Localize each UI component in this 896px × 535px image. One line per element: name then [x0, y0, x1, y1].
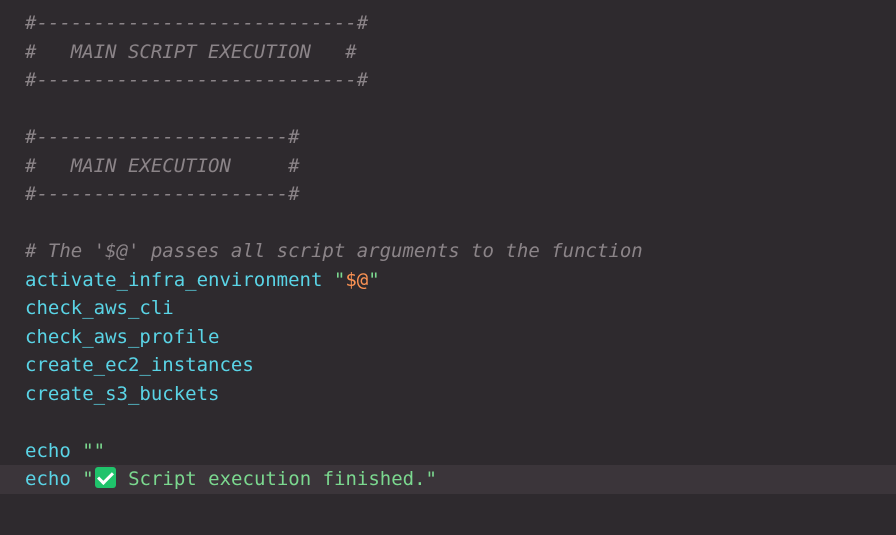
- code-line[interactable]: check_aws_cli: [0, 294, 896, 323]
- echo-command: echo: [25, 439, 71, 462]
- code-line[interactable]: # MAIN SCRIPT EXECUTION #: [0, 38, 896, 67]
- code-line-empty[interactable]: [0, 95, 896, 124]
- function-call-check-profile: check_aws_profile: [25, 325, 220, 348]
- code-line[interactable]: # MAIN EXECUTION #: [0, 152, 896, 181]
- code-line-empty[interactable]: [0, 408, 896, 437]
- comment-header-border: #----------------------#: [25, 126, 300, 148]
- comment-header-title: # MAIN EXECUTION #: [25, 154, 300, 177]
- function-call-create-s3: create_s3_buckets: [25, 382, 220, 405]
- comment-header-border: #----------------------#: [25, 183, 300, 205]
- code-line[interactable]: create_s3_buckets: [0, 380, 896, 409]
- code-line-current[interactable]: echo " Script execution finished.": [0, 465, 896, 494]
- code-line[interactable]: #----------------------#: [0, 123, 896, 152]
- code-line[interactable]: #----------------------#: [0, 180, 896, 209]
- comment-header-title: # MAIN SCRIPT EXECUTION #: [25, 40, 357, 63]
- comment-header-border: #----------------------------#: [25, 12, 369, 34]
- function-call-create-ec2: create_ec2_instances: [25, 354, 254, 376]
- comment-args: # The '$@' passes all script arguments t…: [25, 240, 643, 262]
- code-line[interactable]: # The '$@' passes all script arguments t…: [0, 237, 896, 266]
- code-line[interactable]: activate_infra_environment "$@": [0, 266, 896, 295]
- code-line-empty[interactable]: [0, 209, 896, 238]
- code-line[interactable]: #----------------------------#: [0, 66, 896, 95]
- code-line[interactable]: check_aws_profile: [0, 323, 896, 352]
- function-call-check-cli: check_aws_cli: [25, 297, 174, 319]
- empty-string: "": [82, 439, 106, 462]
- code-line[interactable]: create_ec2_instances: [0, 351, 896, 380]
- function-call-activate: activate_infra_environment: [25, 268, 323, 291]
- string-quote: ": [333, 268, 346, 291]
- code-line[interactable]: echo "": [0, 437, 896, 466]
- string-quote: ": [82, 468, 94, 490]
- code-line[interactable]: #----------------------------#: [0, 9, 896, 38]
- finished-message: Script execution finished.": [116, 468, 437, 490]
- check-mark-icon: [94, 467, 116, 488]
- echo-command: echo: [25, 468, 71, 490]
- variable-all-args: $@: [345, 268, 369, 291]
- comment-header-border: #----------------------------#: [25, 69, 369, 91]
- string-quote: ": [368, 268, 380, 291]
- code-editor[interactable]: #----------------------------# # MAIN SC…: [0, 0, 896, 535]
